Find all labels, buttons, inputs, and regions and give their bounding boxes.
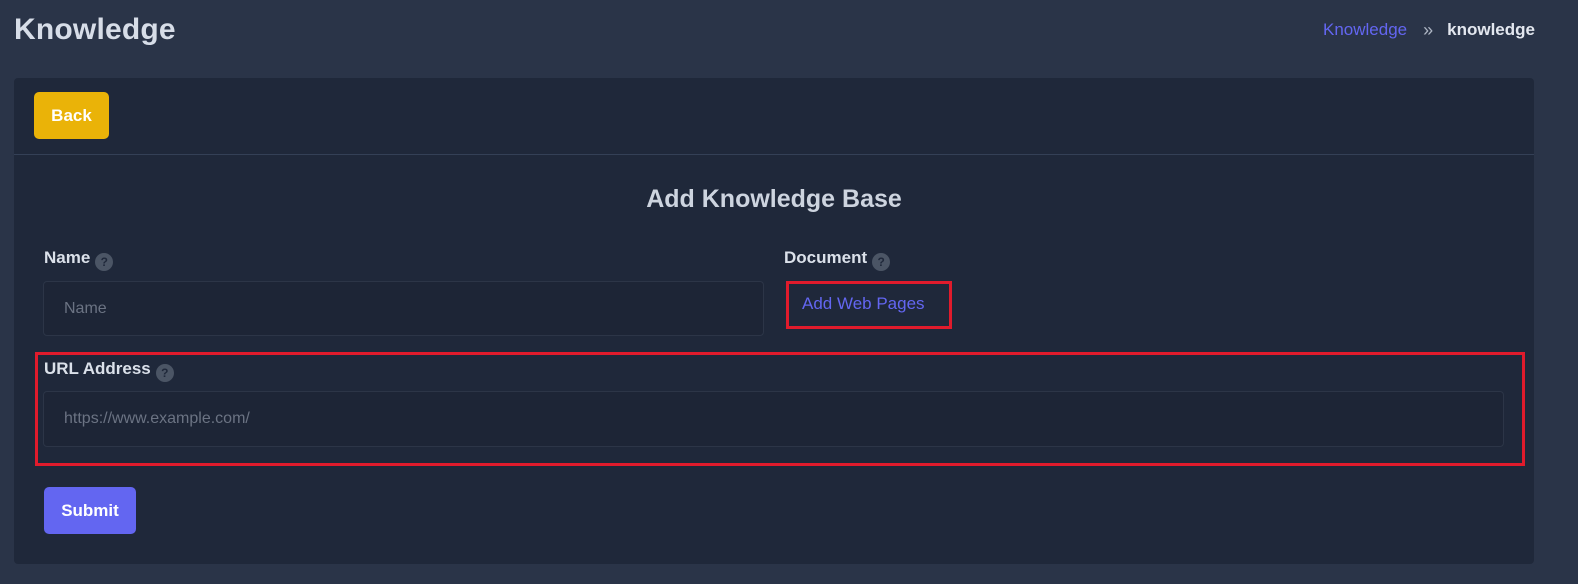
document-label: Document ? [784, 247, 891, 271]
document-label-text: Document [784, 248, 868, 267]
card-header: Back [14, 78, 1534, 155]
url-address-label: URL Address ? [44, 358, 174, 382]
name-input[interactable] [43, 281, 764, 336]
help-icon[interactable]: ? [155, 364, 174, 382]
submit-button[interactable]: Submit [44, 487, 136, 534]
page-title: Knowledge [14, 13, 176, 46]
help-icon[interactable]: ? [872, 253, 891, 271]
url-address-input[interactable] [43, 391, 1504, 447]
form-title: Add Knowledge Base [646, 185, 902, 213]
knowledge-card: Back Add Knowledge Base Name ? Document … [14, 78, 1534, 564]
page-header: Knowledge Knowledge » knowledge [0, 0, 1578, 62]
back-button[interactable]: Back [34, 92, 109, 139]
add-web-pages-highlight: Add Web Pages [786, 281, 952, 329]
breadcrumb-current: knowledge [1447, 20, 1535, 39]
double-chevron-right-icon: » [1423, 20, 1434, 40]
name-label-text: Name [44, 248, 91, 267]
name-label: Name ? [44, 247, 114, 271]
add-web-pages-link[interactable]: Add Web Pages [802, 293, 925, 315]
url-address-label-text: URL Address [44, 359, 151, 378]
breadcrumb: Knowledge » knowledge [1323, 19, 1535, 41]
breadcrumb-link-knowledge[interactable]: Knowledge [1323, 19, 1407, 41]
help-icon[interactable]: ? [95, 253, 114, 271]
